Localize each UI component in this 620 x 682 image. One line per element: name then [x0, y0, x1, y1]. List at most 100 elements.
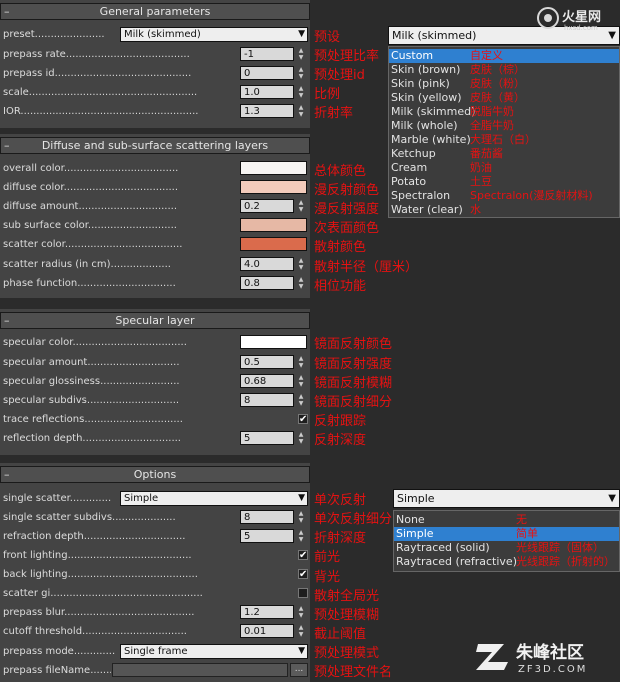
- scatter-gi-checkbox[interactable]: [298, 588, 308, 598]
- specular-amount-label: specular amount.........................…: [3, 357, 180, 368]
- phase-function-label: phase function..........................…: [3, 278, 176, 289]
- spinner-arrows-icon[interactable]: ▲ ▼: [296, 374, 306, 388]
- single-scatter-dropdown-expanded[interactable]: Simple ▼: [393, 489, 620, 508]
- annotation-overall-color: 总体颜色: [314, 164, 367, 179]
- trace-reflections-checkbox[interactable]: ✔: [298, 414, 308, 425]
- refraction-depth-label: refraction depth........................…: [3, 531, 186, 542]
- annotation-scatter-radius: 散射半径（厘米）: [314, 260, 419, 275]
- specular-color-row: specular color..........................…: [0, 333, 310, 352]
- spinner-arrows-icon[interactable]: ▲ ▼: [296, 47, 306, 61]
- section-title: Options: [133, 468, 177, 481]
- specular-glossiness-input[interactable]: 0.68: [240, 374, 294, 388]
- specular-section-header[interactable]: – Specular layer: [0, 312, 310, 329]
- specular-panel: – Specular layer specular color.........…: [0, 309, 310, 455]
- scatter-color-row: scatter color...........................…: [0, 235, 310, 254]
- preset-option[interactable]: Skin (yellow): [389, 91, 462, 105]
- spinner-arrows-icon[interactable]: ▲ ▼: [296, 355, 306, 369]
- annotation-sub-surface-color: 次表面颜色: [314, 221, 380, 236]
- refraction-depth-input[interactable]: 5: [240, 529, 294, 543]
- annotation-prepass-blur: 预处理模糊: [314, 608, 380, 623]
- diffuse-color-label: diffuse color...........................…: [3, 182, 179, 193]
- spinner-arrows-icon[interactable]: ▲ ▼: [296, 510, 306, 524]
- back-lighting-checkbox[interactable]: ✔: [298, 569, 308, 580]
- spinner-arrows-icon[interactable]: ▲ ▼: [296, 605, 306, 619]
- collapse-icon[interactable]: –: [4, 467, 10, 482]
- spinner-arrows-icon[interactable]: ▲ ▼: [296, 393, 306, 407]
- spinner-arrows-icon[interactable]: ▲ ▼: [296, 431, 306, 445]
- preset-row: preset...................... Milk (skimm…: [0, 25, 310, 44]
- front-lighting-checkbox[interactable]: ✔: [298, 550, 308, 561]
- specular-color-swatch[interactable]: [240, 335, 307, 349]
- preset-option[interactable]: Cream: [389, 161, 427, 175]
- preset-option[interactable]: Milk (skimmed): [389, 105, 475, 119]
- collapse-icon[interactable]: –: [4, 4, 10, 19]
- sub-surface-color-label: sub surface color.......................…: [3, 220, 177, 231]
- single-scatter-subdivs-row: single scatter subdivs..................…: [0, 508, 310, 527]
- scatter-option[interactable]: Raytraced (solid): [394, 541, 490, 555]
- preset-option[interactable]: Skin (brown): [389, 63, 460, 77]
- scale-input[interactable]: 1.0: [240, 85, 294, 99]
- spinner-arrows-icon[interactable]: ▲ ▼: [296, 276, 306, 290]
- browse-button[interactable]: ...: [290, 663, 308, 677]
- diffuse-section-header[interactable]: – Diffuse and sub-surface scattering lay…: [0, 137, 310, 154]
- single-scatter-dropdown[interactable]: Simple ▼: [120, 491, 308, 506]
- spinner-arrows-icon[interactable]: ▲ ▼: [296, 85, 306, 99]
- preset-option[interactable]: Ketchup: [389, 147, 436, 161]
- scatter-radius-input[interactable]: 4.0: [240, 257, 294, 271]
- prepass-filename-input[interactable]: [112, 663, 288, 677]
- prepass-mode-dropdown[interactable]: Single frame ▼: [120, 644, 308, 659]
- prepass-id-input[interactable]: 0: [240, 66, 294, 80]
- annotation-refraction-depth: 折射深度: [314, 531, 367, 546]
- scatter-option[interactable]: None: [394, 513, 425, 527]
- diffuse-panel: – Diffuse and sub-surface scattering lay…: [0, 134, 310, 298]
- diffuse-color-swatch[interactable]: [240, 180, 307, 194]
- sub-surface-color-swatch[interactable]: [240, 218, 307, 232]
- spinner-arrows-icon[interactable]: ▲ ▼: [296, 529, 306, 543]
- preset-option[interactable]: Skin (pink): [389, 77, 450, 91]
- svg-text:朱峰社区: 朱峰社区: [516, 642, 584, 663]
- prepass-rate-input[interactable]: -1: [240, 47, 294, 61]
- options-section-header[interactable]: – Options: [0, 466, 310, 483]
- reflection-depth-input[interactable]: 5: [240, 431, 294, 445]
- annotation-prepass-filename: 预处理文件名: [314, 665, 393, 680]
- spinner-arrows-icon[interactable]: ▲ ▼: [296, 624, 306, 638]
- back-lighting-label: back lighting...........................…: [3, 569, 198, 580]
- overall-color-swatch[interactable]: [240, 161, 307, 175]
- annotation-preset: 预设: [314, 30, 341, 45]
- diffuse-amount-input[interactable]: 0.2: [240, 199, 294, 213]
- spinner-arrows-icon[interactable]: ▲ ▼: [296, 257, 306, 271]
- scatter-gi-label: scatter gi..............................…: [3, 588, 203, 599]
- spinner-arrows-icon[interactable]: ▲ ▼: [296, 66, 306, 80]
- overall-color-label: overall color...........................…: [3, 163, 179, 174]
- scatter-color-swatch[interactable]: [240, 237, 307, 251]
- single-scatter-subdivs-input[interactable]: 8: [240, 510, 294, 524]
- preset-option[interactable]: Potato: [389, 175, 426, 189]
- phase-function-input[interactable]: 0.8: [240, 276, 294, 290]
- specular-subdivs-input[interactable]: 8: [240, 393, 294, 407]
- spinner-arrows-icon[interactable]: ▲ ▼: [296, 199, 306, 213]
- cutoff-threshold-input[interactable]: 0.01: [240, 624, 294, 638]
- annotation-phase-function: 相位功能: [314, 279, 367, 294]
- collapse-icon[interactable]: –: [4, 138, 10, 153]
- preset-option[interactable]: Marble (white): [389, 133, 471, 147]
- preset-note: 水: [470, 203, 481, 216]
- chevron-down-icon: ▼: [298, 493, 305, 503]
- prepass-rate-label: prepass rate............................…: [3, 49, 190, 60]
- specular-amount-input[interactable]: 0.5: [240, 355, 294, 369]
- preset-option[interactable]: Spectralon: [389, 189, 450, 203]
- prepass-blur-input[interactable]: 1.2: [240, 605, 294, 619]
- spinner-arrows-icon[interactable]: ▲ ▼: [296, 104, 306, 118]
- collapse-icon[interactable]: –: [4, 313, 10, 328]
- single-scatter-label: single scatter.............: [3, 493, 112, 504]
- preset-option[interactable]: Milk (whole): [389, 119, 458, 133]
- preset-option[interactable]: Water (clear): [389, 203, 463, 217]
- ior-input[interactable]: 1.3: [240, 104, 294, 118]
- scatter-option[interactable]: Raytraced (refractive): [394, 555, 517, 569]
- annotation-single-scatter: 单次反射: [314, 493, 367, 508]
- prepass-filename-label: prepass fileName..........: [3, 665, 111, 676]
- general-section-header[interactable]: – General parameters: [0, 3, 310, 20]
- annotation-prepass-mode: 预处理模式: [314, 646, 380, 661]
- chevron-down-icon: ▼: [298, 29, 305, 39]
- preset-dropdown[interactable]: Milk (skimmed) ▼: [120, 27, 308, 42]
- front-lighting-row: front lighting..........................…: [0, 546, 310, 565]
